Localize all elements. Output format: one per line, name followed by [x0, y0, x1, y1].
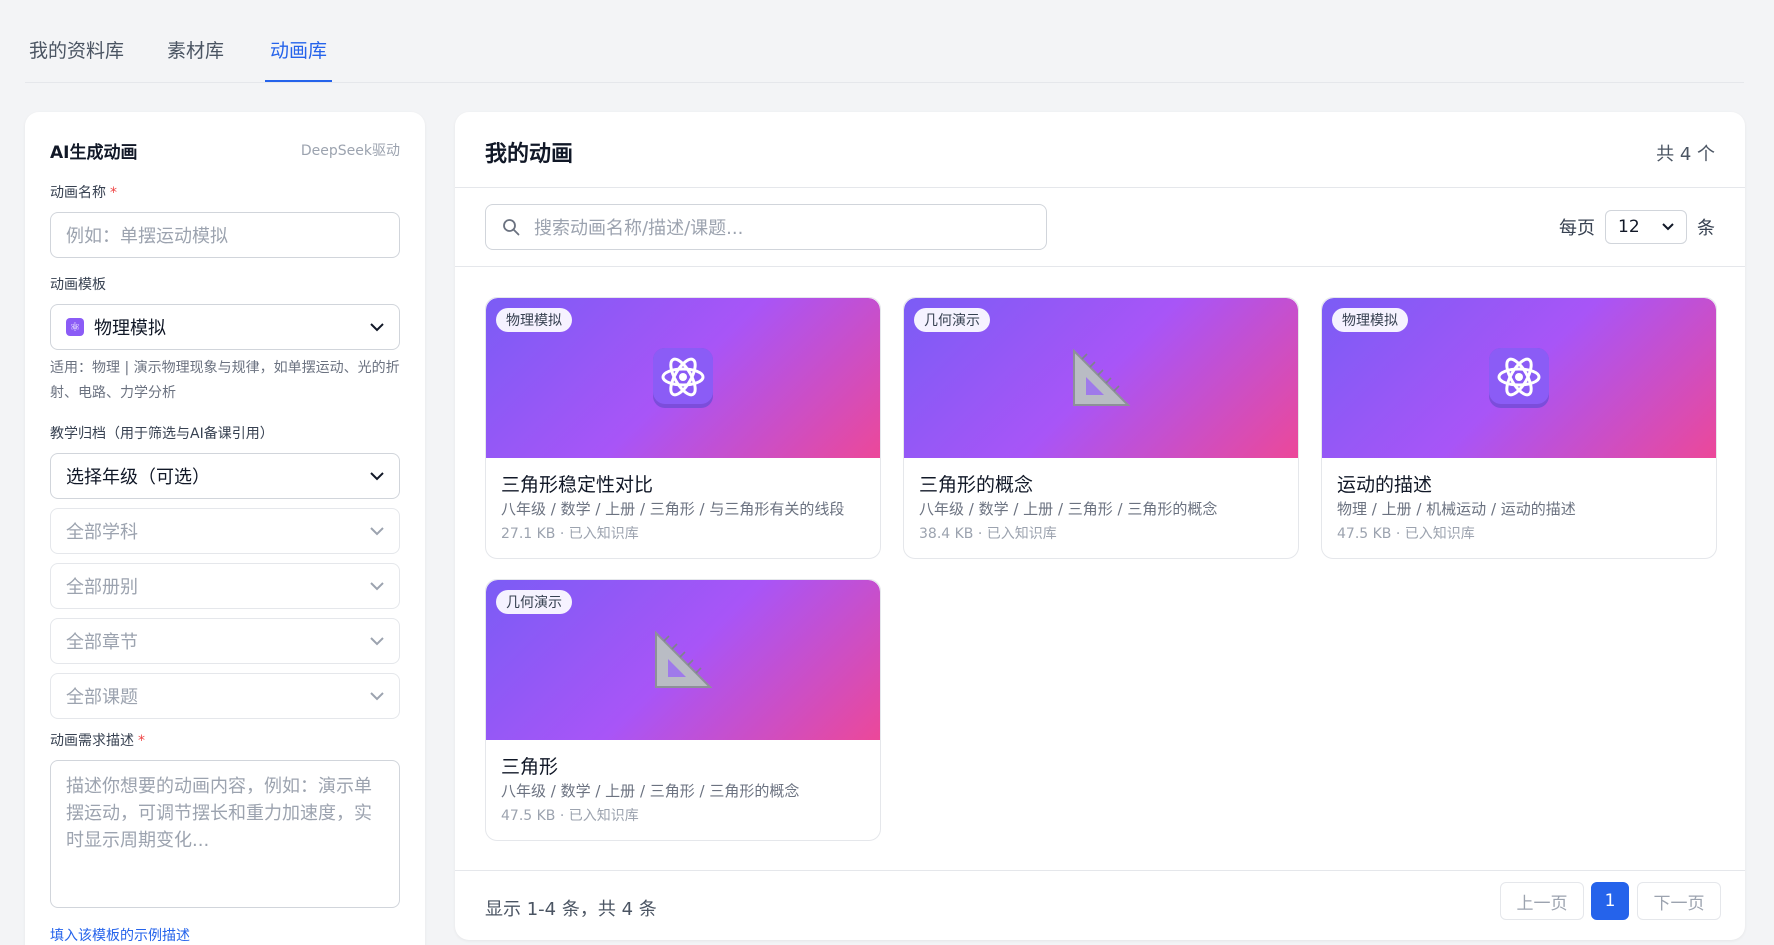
triangle-ruler-icon [1073, 348, 1131, 406]
per-page-select[interactable]: 12 [1605, 210, 1687, 244]
atom-icon [1489, 348, 1549, 408]
search-input[interactable]: 搜索动画名称/描述/课题... [485, 204, 1047, 250]
total-count: 共 4 个 [1656, 144, 1715, 165]
chevron-down-icon [370, 634, 384, 648]
chevron-down-icon [1662, 223, 1674, 231]
card-title: 运动的描述 [1337, 474, 1433, 496]
card-meta: 47.5 KB · 已入知识库 [1337, 526, 1475, 542]
toolbar-divider [455, 266, 1745, 267]
my-animations-panel: 我的动画 共 4 个 搜索动画名称/描述/课题... 每页 12 条 物理模拟 … [455, 112, 1745, 940]
animation-card[interactable]: 几何演示 三角形 八年级 / 数学 / 上册 / 三角形 / 三角形的概念 47… [485, 579, 881, 841]
description-textarea[interactable]: 描述你想要的动画内容，例如：演示单摆运动，可调节摆长和重力加速度，实时显示周期变… [50, 760, 400, 908]
animation-name-input[interactable]: 例如：单摆运动模拟 [50, 212, 400, 258]
subject-select[interactable]: 全部学科 [50, 508, 400, 554]
template-label: 动画模板 [50, 277, 106, 293]
card-title: 三角形的概念 [919, 474, 1034, 496]
card-thumbnail: 几何演示 [904, 298, 1298, 458]
tab-materials[interactable]: 素材库 [167, 36, 224, 63]
fill-example-link[interactable]: 填入该模板的示例描述 [50, 925, 190, 945]
top-tabs: 我的资料库 素材库 动画库 [0, 0, 1774, 84]
description-label: 动画需求描述 * [50, 733, 145, 749]
chevron-down-icon [370, 524, 384, 538]
per-page-control: 每页 12 条 [1559, 210, 1715, 244]
topic-select[interactable]: 全部课题 [50, 673, 400, 719]
card-meta: 27.1 KB · 已入知识库 [501, 526, 639, 542]
card-path: 八年级 / 数学 / 上册 / 三角形 / 三角形的概念 [919, 500, 1218, 518]
grade-select[interactable]: 选择年级（可选） [50, 453, 400, 499]
tab-my-library[interactable]: 我的资料库 [29, 36, 124, 63]
tabs-divider [25, 82, 1744, 83]
template-hint: 适用：物理 | 演示物理现象与规律，如单摆运动、光的折射、电路、力学分析 [50, 360, 400, 401]
animation-card[interactable]: 物理模拟 运动的描述 物理 / 上册 / 机械运动 / 运动的描述 47.5 K… [1321, 297, 1717, 559]
atom-icon [653, 348, 713, 408]
next-page-button[interactable]: 下一页 [1637, 882, 1721, 920]
page-1-button[interactable]: 1 [1591, 882, 1629, 920]
atom-icon: ⚛ [66, 318, 84, 336]
chevron-down-icon [370, 469, 384, 483]
footer-divider [455, 870, 1745, 871]
archive-label: 教学归档（用于筛选与AI备课引用） [50, 426, 274, 442]
card-thumbnail: 物理模拟 [1322, 298, 1716, 458]
prev-page-button[interactable]: 上一页 [1500, 882, 1584, 920]
chevron-down-icon [370, 579, 384, 593]
header-divider [455, 187, 1745, 188]
section-title: 我的动画 [485, 142, 574, 167]
panel-title: AI生成动画 [50, 143, 138, 163]
card-thumbnail: 物理模拟 [486, 298, 880, 458]
pagination-summary: 显示 1-4 条，共 4 条 [485, 899, 657, 920]
chapter-select[interactable]: 全部章节 [50, 618, 400, 664]
animation-card[interactable]: 几何演示 三角形的概念 八年级 / 数学 / 上册 / 三角形 / 三角形的概念… [903, 297, 1299, 559]
card-meta: 47.5 KB · 已入知识库 [501, 808, 639, 824]
card-path: 八年级 / 数学 / 上册 / 三角形 / 与三角形有关的线段 [501, 500, 845, 518]
chevron-down-icon [370, 320, 384, 334]
card-title: 三角形稳定性对比 [501, 474, 654, 496]
category-tag: 物理模拟 [496, 308, 572, 332]
triangle-ruler-icon [655, 630, 713, 688]
tab-animations[interactable]: 动画库 [264, 36, 333, 82]
animation-card[interactable]: 物理模拟 三角形稳定性对比 八年级 / 数学 / 上册 / 三角形 / 与三角形… [485, 297, 881, 559]
card-title: 三角形 [501, 756, 559, 778]
card-path: 八年级 / 数学 / 上册 / 三角形 / 三角形的概念 [501, 782, 800, 800]
category-tag: 几何演示 [496, 590, 572, 614]
category-tag: 几何演示 [914, 308, 990, 332]
name-label: 动画名称 * [50, 185, 117, 201]
card-thumbnail: 几何演示 [486, 580, 880, 740]
ai-generate-panel: AI生成动画 DeepSeek驱动 动画名称 * 例如：单摆运动模拟 动画模板 ⚛… [25, 112, 425, 945]
card-meta: 38.4 KB · 已入知识库 [919, 526, 1057, 542]
deepseek-badge: DeepSeek驱动 [300, 143, 400, 159]
card-path: 物理 / 上册 / 机械运动 / 运动的描述 [1337, 500, 1576, 518]
volume-select[interactable]: 全部册别 [50, 563, 400, 609]
chevron-down-icon [370, 689, 384, 703]
template-select[interactable]: ⚛ 物理模拟 [50, 304, 400, 350]
search-icon [503, 219, 520, 236]
category-tag: 物理模拟 [1332, 308, 1408, 332]
